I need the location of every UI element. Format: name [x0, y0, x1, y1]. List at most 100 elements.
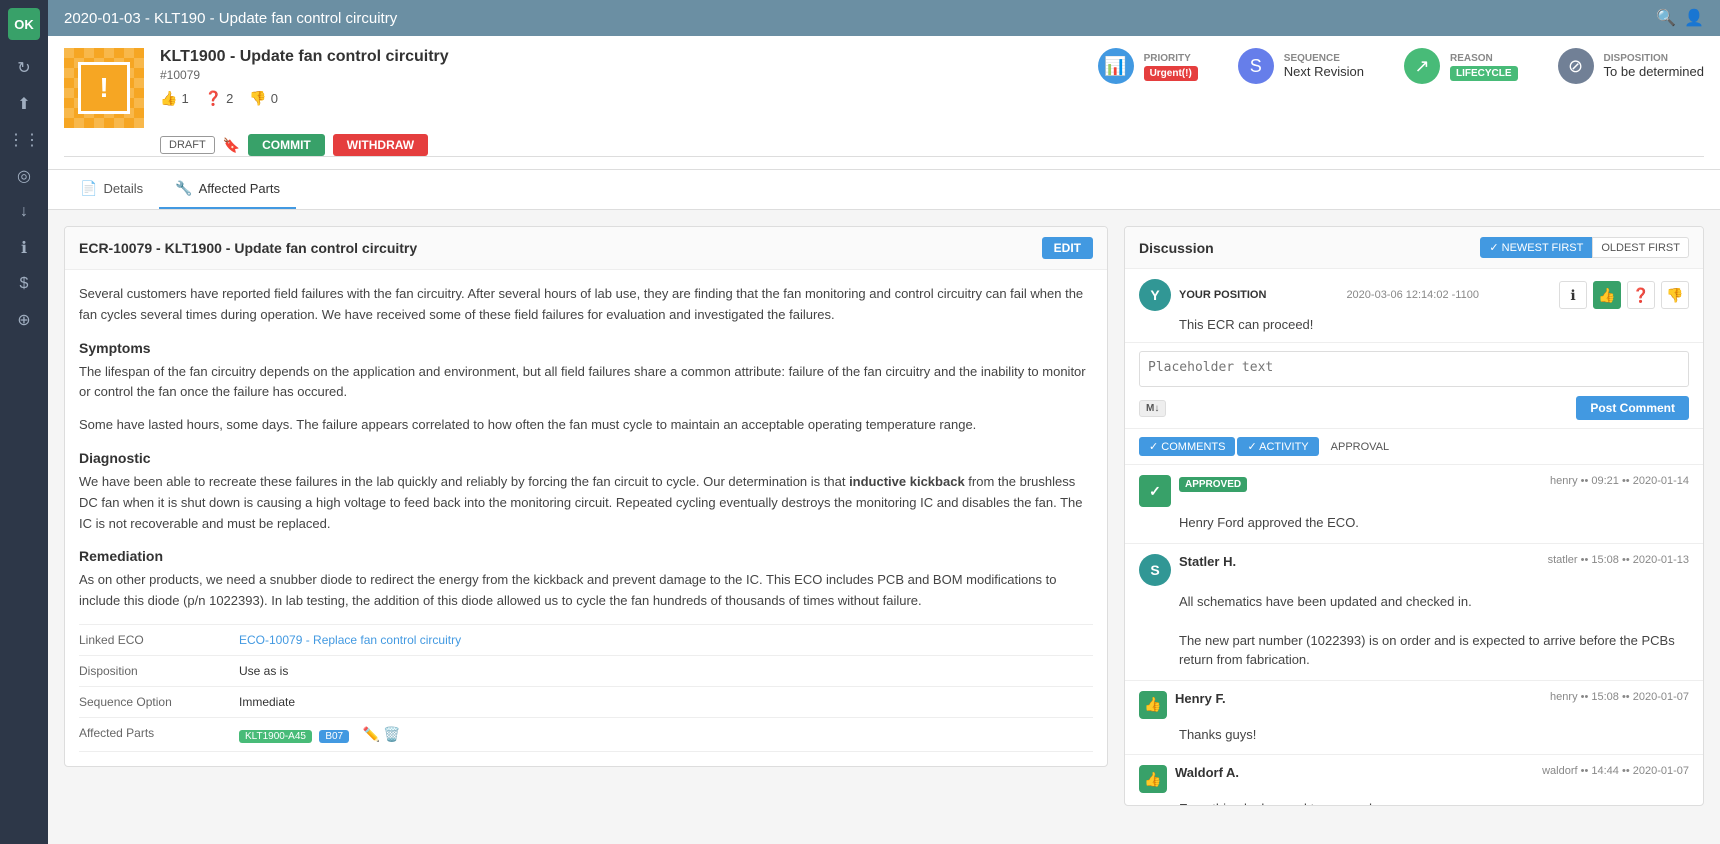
comment-input[interactable]: [1139, 351, 1689, 387]
sequence-icon: S: [1238, 48, 1274, 84]
vote-question[interactable]: ❓ 2: [205, 90, 234, 107]
comment-statler: S Statler H. statler •• 15:08 •• 2020-01…: [1125, 544, 1703, 681]
comment-waldorf-1: 👍 Waldorf A. waldorf •• 14:44 •• 2020-01…: [1125, 755, 1703, 805]
topbar-title: 2020-01-03 - KLT190 - Update fan control…: [64, 10, 397, 27]
sidebar-item-grid[interactable]: ⋮⋮: [8, 124, 40, 156]
thumbs-up-icon: 👍: [160, 90, 177, 107]
status-bar: DRAFT 🔖 COMMIT WITHDRAW: [64, 128, 1704, 157]
disposition-meta: ⊘ DISPOSITION To be determined: [1558, 48, 1704, 84]
remediation-heading: Remediation: [79, 548, 1093, 564]
down-vote-btn[interactable]: 👎: [1661, 281, 1689, 309]
reason-label: REASON: [1450, 53, 1518, 64]
sequence-value: Next Revision: [1284, 64, 1364, 79]
affected-parts-tag1[interactable]: KLT1900-A45: [239, 730, 312, 743]
disposition-icon: ⊘: [1558, 48, 1594, 84]
user-icon[interactable]: 👤: [1684, 8, 1704, 28]
markdown-icon: M↓: [1139, 400, 1166, 417]
edit-parts-icon[interactable]: ✏️: [362, 726, 379, 742]
sidebar-item-circle[interactable]: ◎: [8, 160, 40, 192]
ecr-meta: 👍 1 ❓ 2 👎 0: [160, 90, 1082, 107]
approved-text: Henry Ford approved the ECO.: [1179, 513, 1689, 533]
tab-details[interactable]: 📄 Details: [64, 170, 159, 209]
comment-statler-header: S Statler H. statler •• 15:08 •• 2020-01…: [1139, 554, 1689, 586]
vote-up[interactable]: 👍 1: [160, 90, 189, 107]
statler-text: All schematics have been updated and che…: [1179, 592, 1689, 670]
withdraw-button[interactable]: WITHDRAW: [333, 134, 428, 156]
approved-avatar: ✓: [1139, 475, 1171, 507]
filter-activity-tab[interactable]: ✓ ACTIVITY: [1237, 437, 1318, 456]
your-position-text: This ECR can proceed!: [1179, 317, 1689, 332]
comment-waldorf1-header: 👍 Waldorf A. waldorf •• 14:44 •• 2020-01…: [1139, 765, 1689, 793]
statler-avatar: S: [1139, 554, 1171, 586]
post-comment-button[interactable]: Post Comment: [1576, 396, 1689, 420]
comment-henry-meta: Henry F.: [1175, 691, 1542, 706]
sidebar-item-info[interactable]: ℹ: [8, 232, 40, 264]
sequence-meta: S SEQUENCE Next Revision: [1238, 48, 1364, 84]
ecr-number: #10079: [160, 68, 1082, 82]
vote-down[interactable]: 👎 0: [249, 90, 278, 107]
linked-eco-value[interactable]: ECO-10079 - Replace fan control circuitr…: [239, 633, 461, 647]
question-vote-btn[interactable]: ❓: [1627, 281, 1655, 309]
sidebar-logo[interactable]: OK: [8, 8, 40, 40]
approved-time: henry •• 09:21 •• 2020-01-14: [1550, 475, 1689, 487]
status-badge: DRAFT: [160, 136, 215, 154]
affected-parts-tab-icon: 🔧: [175, 180, 192, 197]
filter-comments-check: ✓: [1149, 441, 1161, 453]
position-vote-buttons: ℹ 👍 ❓ 👎: [1559, 281, 1689, 309]
sidebar-item-upload[interactable]: ⬆: [8, 88, 40, 120]
disposition-label: DISPOSITION: [1604, 53, 1704, 64]
henry-time: henry •• 15:08 •• 2020-01-07: [1550, 691, 1689, 703]
sidebar-item-billing[interactable]: $: [8, 268, 40, 300]
priority-meta: 📊 PRIORITY Urgent(!): [1098, 48, 1198, 84]
delete-parts-icon[interactable]: 🗑️: [383, 726, 400, 742]
filter-approval-tab[interactable]: APPROVAL: [1321, 438, 1400, 456]
topbar: 2020-01-03 - KLT190 - Update fan control…: [48, 0, 1720, 36]
sidebar-item-add[interactable]: ⊕: [8, 304, 40, 336]
meta-section: 📊 PRIORITY Urgent(!) S SEQUENCE Next Rev…: [1098, 48, 1704, 84]
statler-time: statler •• 15:08 •• 2020-01-13: [1548, 554, 1689, 566]
filter-comments-tab[interactable]: ✓ COMMENTS: [1139, 437, 1235, 456]
comment-statler-meta: Statler H.: [1179, 554, 1540, 569]
tab-affected-parts-label: Affected Parts: [199, 181, 280, 196]
comment-approved: ✓ APPROVED henry •• 09:21 •• 2020-01-14 …: [1125, 465, 1703, 544]
edit-button[interactable]: EDIT: [1042, 237, 1093, 259]
linked-eco-row: Linked ECO ECO-10079 - Replace fan contr…: [79, 625, 1093, 656]
sequence-info-value: Immediate: [239, 695, 295, 709]
comment-input-area: M↓ Post Comment: [1125, 343, 1703, 429]
comment-henry: 👍 Henry F. henry •• 15:08 •• 2020-01-07 …: [1125, 681, 1703, 756]
your-position-block: Y YOUR POSITION 2020-03-06 12:14:02 -110…: [1125, 269, 1703, 343]
commit-button[interactable]: COMMIT: [248, 134, 325, 156]
comment-approved-header: ✓ APPROVED henry •• 09:21 •• 2020-01-14: [1139, 475, 1689, 507]
comment-approved-meta: APPROVED: [1179, 475, 1542, 490]
content-area: ! KLT1900 - Update fan control circuitry…: [48, 36, 1720, 844]
symptoms-text-2: Some have lasted hours, some days. The f…: [79, 415, 1093, 436]
your-avatar: Y: [1139, 279, 1171, 311]
main-content: 2020-01-03 - KLT190 - Update fan control…: [48, 0, 1720, 844]
affected-parts-row: Affected Parts KLT1900-A45 B07 ✏️ 🗑️: [79, 718, 1093, 752]
affected-parts-value: KLT1900-A45 B07 ✏️ 🗑️: [239, 726, 401, 743]
info-vote-btn[interactable]: ℹ: [1559, 281, 1587, 309]
affected-parts-tag2[interactable]: B07: [319, 730, 349, 743]
disposition-info-value: Use as is: [239, 664, 288, 678]
comment-henry-header: 👍 Henry F. henry •• 15:08 •• 2020-01-07: [1139, 691, 1689, 719]
symptoms-heading: Symptoms: [79, 340, 1093, 356]
sequence-info-label: Sequence Option: [79, 695, 239, 709]
description-text: Several customers have reported field fa…: [79, 284, 1093, 326]
left-panel-title: ECR-10079 - KLT1900 - Update fan control…: [79, 240, 417, 256]
sort-oldest-button[interactable]: OLDEST FIRST: [1592, 237, 1689, 258]
right-panel: Discussion ✓ NEWEST FIRST OLDEST FIRST Y…: [1124, 226, 1704, 806]
comments-list: ✓ APPROVED henry •• 09:21 •• 2020-01-14 …: [1125, 465, 1703, 805]
waldorf1-thumbup-icon: 👍: [1139, 765, 1167, 793]
henry-thumbup-icon: 👍: [1139, 691, 1167, 719]
info-table: Linked ECO ECO-10079 - Replace fan contr…: [79, 624, 1093, 752]
sidebar-item-refresh[interactable]: ↻: [8, 52, 40, 84]
your-position-label: YOUR POSITION: [1179, 289, 1266, 301]
sidebar-item-download[interactable]: ↓: [8, 196, 40, 228]
henry-author: Henry F.: [1175, 691, 1226, 706]
ecr-info: KLT1900 - Update fan control circuitry #…: [160, 48, 1082, 107]
up-vote-btn[interactable]: 👍: [1593, 281, 1621, 309]
tab-affected-parts[interactable]: 🔧 Affected Parts: [159, 170, 296, 209]
sort-newest-button[interactable]: ✓ NEWEST FIRST: [1480, 237, 1592, 258]
search-icon[interactable]: 🔍: [1656, 8, 1676, 28]
priority-label: PRIORITY: [1144, 53, 1198, 64]
